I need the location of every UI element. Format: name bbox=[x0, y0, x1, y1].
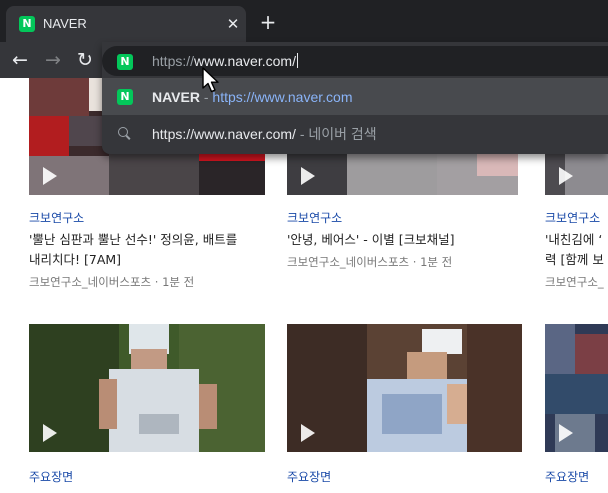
suggestion-query: https://www.naver.com/ bbox=[152, 126, 296, 142]
suggestion-title: NAVER bbox=[152, 89, 200, 105]
text-caret bbox=[296, 53, 298, 68]
video-title-line: 력 [함께 보 bbox=[545, 252, 604, 267]
back-button[interactable]: ← bbox=[8, 48, 32, 72]
mouse-pointer-icon bbox=[202, 67, 219, 93]
naver-favicon-icon: N bbox=[117, 54, 133, 70]
omnibox-dropdown: N https://www.naver.com/ N NAVER - https… bbox=[102, 42, 608, 154]
new-tab-button[interactable]: + bbox=[256, 10, 280, 34]
play-icon bbox=[43, 167, 57, 185]
naver-favicon-icon: N bbox=[19, 16, 35, 32]
suggestion-suffix: - 네이버 검색 bbox=[295, 126, 377, 142]
video-thumbnail[interactable] bbox=[287, 324, 522, 452]
video-title-line: '뿔난 심판과 뿔난 선수!' 정의윤, 배트를 bbox=[29, 232, 238, 247]
suggestion-naver[interactable]: N NAVER - https://www.naver.com bbox=[102, 79, 608, 115]
video-category[interactable]: 크보연구소 bbox=[29, 210, 84, 226]
video-meta: 크보연구소_네이버스포츠 · 1분 전 bbox=[29, 275, 195, 289]
video-category[interactable]: 크보연구소 bbox=[287, 210, 342, 226]
play-icon bbox=[559, 167, 573, 185]
play-icon bbox=[301, 167, 315, 185]
search-icon bbox=[118, 127, 132, 141]
address-text[interactable]: https://www.naver.com/ bbox=[152, 52, 298, 70]
video-title[interactable]: '안녕, 베어스' - 이별 [크보채널] bbox=[287, 230, 518, 250]
video-thumbnail[interactable] bbox=[545, 324, 608, 452]
forward-button[interactable]: → bbox=[41, 48, 65, 72]
video-category[interactable]: 주요장면 bbox=[29, 469, 73, 485]
url-scheme: https:// bbox=[152, 53, 195, 69]
video-meta: 크보연구소_ bbox=[545, 275, 604, 289]
suggestion-search[interactable]: https://www.naver.com/ - 네이버 검색 bbox=[102, 116, 608, 152]
video-title-line: 내리치다! [7AM] bbox=[29, 252, 122, 267]
close-icon[interactable]: ✕ bbox=[223, 14, 243, 34]
video-thumbnail[interactable] bbox=[29, 324, 265, 452]
reload-button[interactable]: ↻ bbox=[73, 48, 97, 72]
video-title-line: '내친김에 ‘ bbox=[545, 232, 603, 247]
video-category[interactable]: 크보연구소 bbox=[545, 210, 600, 226]
tab-strip: N NAVER ✕ + bbox=[0, 0, 608, 42]
suggestion-url: https://www.naver.com bbox=[212, 89, 353, 105]
naver-favicon-icon: N bbox=[117, 89, 133, 105]
video-category[interactable]: 주요장면 bbox=[545, 469, 589, 485]
tab-title: NAVER bbox=[43, 16, 87, 31]
suggestion-text: https://www.naver.com/ - 네이버 검색 bbox=[152, 125, 377, 143]
video-meta: 크보연구소_네이버스포츠 · 1분 전 bbox=[287, 255, 453, 269]
play-icon bbox=[301, 424, 315, 442]
video-title[interactable]: '내친김에 ‘ 력 [함께 보 bbox=[545, 230, 608, 270]
tab-naver[interactable]: N NAVER ✕ bbox=[6, 6, 246, 42]
video-title[interactable]: '뿔난 심판과 뿔난 선수!' 정의윤, 배트를 내리치다! [7AM] bbox=[29, 230, 265, 270]
suggestion-text: NAVER - https://www.naver.com bbox=[152, 88, 352, 106]
play-icon bbox=[559, 424, 573, 442]
video-category[interactable]: 주요장면 bbox=[287, 469, 331, 485]
play-icon bbox=[43, 424, 57, 442]
video-title-line: '안녕, 베어스' - 이별 [크보채널] bbox=[287, 232, 455, 247]
address-bar[interactable]: N https://www.naver.com/ bbox=[102, 46, 608, 76]
